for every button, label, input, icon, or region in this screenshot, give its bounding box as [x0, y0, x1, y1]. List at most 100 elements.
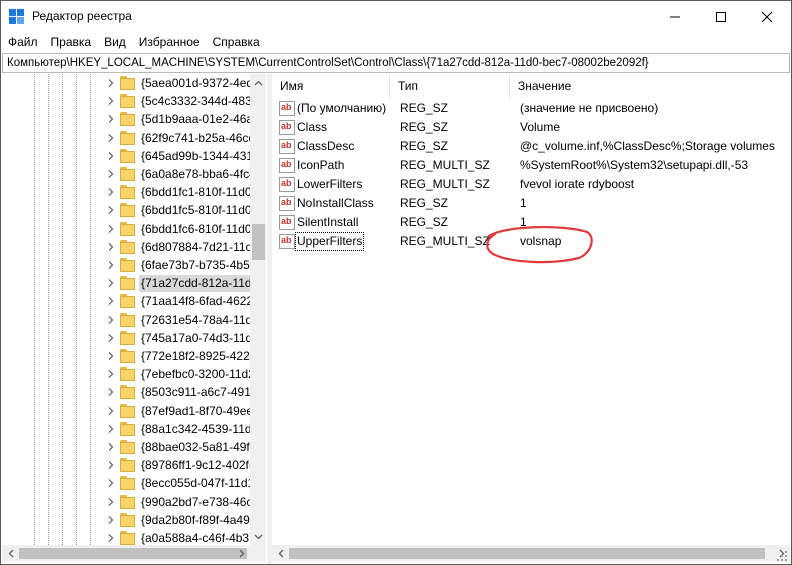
scroll-down-button[interactable] [250, 528, 266, 545]
title-bar[interactable]: Редактор реестра [1, 1, 791, 32]
scroll-up-button[interactable] [250, 74, 266, 91]
menu-item[interactable]: Справка [206, 35, 266, 49]
chevron-right-icon[interactable] [106, 133, 116, 143]
tree-item-label: {5d1b9aaa-01e2-46af [141, 112, 250, 127]
resize-grip-icon [777, 551, 787, 561]
tree-item[interactable]: {6a0a8e78-bba6-4fc4 [2, 165, 250, 184]
folder-icon [120, 312, 135, 327]
column-name-header[interactable]: Имя [272, 74, 390, 99]
chevron-right-icon[interactable] [106, 442, 116, 452]
chevron-right-icon[interactable] [106, 114, 116, 124]
chevron-right-icon[interactable] [106, 369, 116, 379]
tree-vertical-scrollbar[interactable] [250, 74, 266, 545]
tree-item[interactable]: {71a27cdd-812a-11d0 [2, 274, 250, 293]
chevron-right-icon[interactable] [106, 460, 116, 470]
value-row[interactable]: ab (По умолчанию) REG_SZ (значение не присв… [272, 99, 790, 118]
tree-item[interactable]: {88bae032-5a81-49f0 [2, 438, 250, 457]
maximize-button[interactable] [698, 1, 744, 32]
menu-item[interactable]: Правка [44, 35, 98, 49]
value-name: LowerFilters [297, 177, 363, 191]
chevron-right-icon[interactable] [106, 424, 116, 434]
tree-item[interactable]: {8ecc055d-047f-11d1 [2, 474, 250, 493]
window-title: Редактор реестра [32, 9, 132, 23]
tree-item[interactable]: {89786ff1-9c12-402f- [2, 456, 250, 475]
tree-vertical-scroll-thumb[interactable] [252, 224, 265, 260]
chevron-right-icon[interactable] [106, 315, 116, 325]
chevron-right-icon[interactable] [106, 205, 116, 215]
value-data: 1 [520, 196, 527, 210]
tree-item[interactable]: {6bdd1fc6-810f-11d0 [2, 220, 250, 239]
chevron-right-icon[interactable] [106, 497, 116, 507]
tree-item[interactable]: {8503c911-a6c7-4919 [2, 383, 250, 402]
menu-item[interactable]: Избранное [132, 35, 206, 49]
tree-item[interactable]: {9da2b80f-f89f-4a49- [2, 511, 250, 530]
menu-item[interactable]: Вид [97, 35, 132, 49]
address-bar[interactable]: Компьютер\HKEY_LOCAL_MACHINE\SYSTEM\Curr… [2, 53, 790, 73]
tree-item[interactable]: {645ad99b-1344-4316 [2, 147, 250, 166]
chevron-right-icon[interactable] [106, 96, 116, 106]
column-type-header[interactable]: Тип [390, 74, 510, 99]
chevron-right-icon[interactable] [106, 515, 116, 525]
chevron-right-icon[interactable] [106, 151, 116, 161]
value-type: REG_SZ [400, 196, 449, 210]
values-pane: Имя Тип Значение ab (По умолчанию) REG_SZ(… [272, 74, 790, 564]
chevron-right-icon[interactable] [106, 169, 116, 179]
value-row[interactable]: ab LowerFilters REG_MULTI_SZ fvevol iorate … [272, 175, 790, 194]
scroll-right-button[interactable] [233, 545, 250, 562]
scroll-left-button[interactable] [2, 545, 19, 562]
tree-item[interactable]: {62f9c741-b25a-46ce [2, 129, 250, 148]
chevron-right-icon[interactable] [106, 478, 116, 488]
tree-item[interactable]: {5c4c3332-344d-483c [2, 92, 250, 111]
tree-item[interactable]: {a0a588a4-c46f-4b37 [2, 529, 250, 545]
highlight-ring [486, 226, 593, 264]
string-value-icon: ab [279, 101, 295, 116]
values-horizontal-scroll-thumb[interactable] [289, 548, 765, 559]
string-value-icon: ab [279, 158, 295, 173]
tree-item[interactable]: {5d1b9aaa-01e2-46af [2, 110, 250, 129]
scroll-left-button[interactable] [272, 545, 289, 562]
close-button[interactable] [744, 1, 790, 32]
chevron-right-icon[interactable] [106, 406, 116, 416]
chevron-right-icon[interactable] [106, 387, 116, 397]
folder-icon [120, 421, 135, 436]
chevron-right-icon[interactable] [106, 242, 116, 252]
tree-item[interactable]: {87ef9ad1-8f70-49ee [2, 402, 250, 421]
chevron-right-icon[interactable] [106, 533, 116, 543]
chevron-right-icon[interactable] [106, 296, 116, 306]
value-row[interactable]: ab IconPath REG_MULTI_SZ %SystemRoot%\Syste… [272, 156, 790, 175]
chevron-right-icon[interactable] [106, 224, 116, 234]
tree-item[interactable]: {71aa14f8-6fad-4622- [2, 292, 250, 311]
folder-icon [120, 440, 135, 454]
tree-item[interactable]: {6fae73b7-b735-4b50 [2, 256, 250, 275]
tree-item[interactable]: {772e18f2-8925-4229 [2, 347, 250, 366]
chevron-right-icon[interactable] [106, 78, 116, 88]
tree-item[interactable]: {990a2bd7-e738-46c7 [2, 493, 250, 512]
minimize-button[interactable] [652, 1, 698, 32]
tree-item[interactable]: {6d807884-7d21-11cf [2, 238, 250, 257]
values-horizontal-scrollbar[interactable] [272, 545, 790, 562]
tree-horizontal-scrollbar[interactable] [2, 545, 250, 562]
tree-item-label: {5aea001d-9372-4ed7 [141, 76, 250, 90]
menu-item[interactable]: Файл [1, 35, 44, 49]
chevron-right-icon[interactable] [106, 333, 116, 343]
resize-grip[interactable] [775, 549, 789, 563]
tree-item[interactable]: {745a17a0-74d3-11d0 [2, 329, 250, 348]
key-tree: {5aea001d-9372-4ed7 {5c4c3332-344d-483c {5… [2, 74, 250, 545]
folder-icon [120, 403, 135, 418]
tree-item[interactable]: {5aea001d-9372-4ed7 [2, 74, 250, 93]
chevron-right-icon[interactable] [106, 187, 116, 197]
tree-item-label: {88bae032-5a81-49f0 [141, 440, 250, 454]
value-row[interactable]: ab Class REG_SZ Volume [272, 118, 790, 137]
value-row[interactable]: ab ClassDesc REG_SZ @c_volume.inf,%ClassDes… [272, 137, 790, 156]
tree-item[interactable]: {72631e54-78a4-11d0 [2, 311, 250, 330]
tree-item[interactable]: {88a1c342-4539-11d3 [2, 420, 250, 439]
tree-item[interactable]: {6bdd1fc1-810f-11d0 [2, 183, 250, 202]
column-data-header[interactable]: Значение [510, 74, 790, 99]
chevron-right-icon[interactable] [106, 278, 116, 288]
tree-item[interactable]: {6bdd1fc5-810f-11d0 [2, 201, 250, 220]
value-row[interactable]: ab NoInstallClass REG_SZ 1 [272, 194, 790, 213]
tree-item[interactable]: {7ebefbc0-3200-11d2 [2, 365, 250, 384]
chevron-right-icon[interactable] [106, 260, 116, 270]
chevron-right-icon[interactable] [106, 351, 116, 361]
tree-horizontal-scroll-thumb[interactable] [19, 548, 247, 559]
